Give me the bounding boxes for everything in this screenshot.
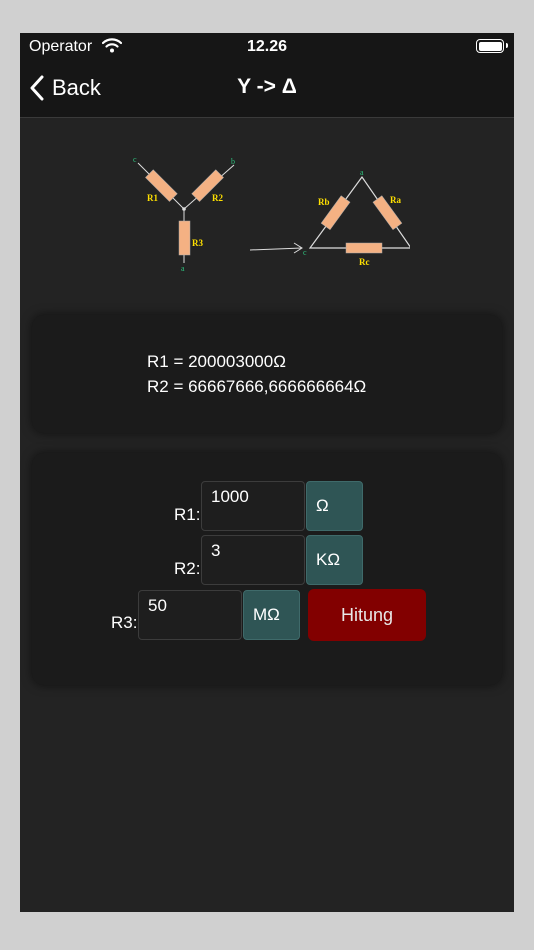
r3-unit-selector[interactable]: MΩ [243,590,300,640]
r1-unit-selector[interactable]: Ω [306,481,363,531]
wye-delta-diagram: c b a R1 R2 R3 a b c Ra Rb Rc [133,155,410,273]
star-label-r1: R1 [147,193,158,203]
status-bar: Operator 12.26 [20,33,514,59]
app-screen: Operator 12.26 Back Y -> Δ c b a R1 R2 R… [20,33,514,912]
navigation-bar: Back Y -> Δ [20,59,514,118]
r3-input[interactable] [138,590,242,640]
arrow-icon [249,242,303,254]
delta-node-a: a [360,168,364,177]
r2-unit-selector[interactable]: KΩ [306,535,363,585]
star-label-r3: R3 [192,238,203,248]
star-label-r2: R2 [212,193,223,203]
r2-input[interactable] [201,535,305,585]
result-line-r2: R2 = 66667666,666666664Ω [147,377,367,396]
star-node-a: a [181,264,185,273]
delta-node-c: c [303,248,307,257]
delta-label-ra: Ra [390,195,401,205]
input-panel: R1: Ω R2: KΩ R3: MΩ Hitung [32,453,502,685]
result-panel: R1 = 200003000Ω R2 = 66667666,666666664Ω [32,315,502,433]
resistor-rc [345,242,383,254]
delta-label-rb: Rb [318,197,330,207]
result-line-r1: R1 = 200003000Ω [147,352,286,371]
resistor-r3 [178,220,191,256]
delta-label-rc: Rc [359,257,370,267]
star-node-c: c [133,155,137,164]
star-node-b: b [231,157,235,166]
r3-label: R3: [111,613,138,632]
r1-label: R1: [174,505,201,524]
star-network: c b a R1 R2 R3 [133,155,235,273]
r1-input[interactable] [201,481,305,531]
r2-label: R2: [174,559,201,578]
clock: 12.26 [246,38,288,55]
calculate-button[interactable]: Hitung [308,589,426,641]
page-title: Y -> Δ [237,75,297,98]
delta-network: a b c Ra Rb Rc [303,168,410,267]
battery-icon [476,39,508,53]
